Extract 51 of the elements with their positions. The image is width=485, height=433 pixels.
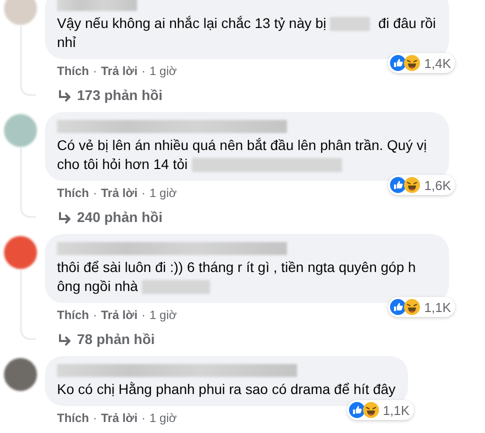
reaction-badge[interactable]: 1,1K (388, 297, 455, 317)
view-replies-link[interactable]: 173 phản hồi (45, 78, 449, 106)
avatar[interactable] (4, 358, 37, 391)
reaction-count: 1,4K (424, 56, 451, 70)
separator-dot: · (93, 411, 97, 425)
like-icon (390, 177, 406, 193)
separator-dot: · (93, 186, 97, 200)
thread-line (20, 148, 36, 218)
action-link[interactable]: Trả lời (101, 64, 138, 78)
separator-dot: · (93, 308, 97, 322)
thread-line (20, 26, 36, 96)
reaction-count: 1,1K (424, 300, 451, 314)
reply-arrow-icon (57, 210, 71, 224)
view-replies-link[interactable]: 78 phản hồi (45, 322, 449, 350)
action-link[interactable]: Thích (57, 64, 89, 78)
action-link[interactable]: Thích (57, 411, 89, 425)
reply-arrow-icon (57, 332, 71, 346)
reaction-badge[interactable]: 1,4K (388, 53, 455, 73)
separator-dot: · (93, 64, 97, 78)
like-icon (390, 55, 406, 71)
action-link[interactable]: Trả lời (101, 186, 138, 200)
comment-text: Có vẻ bị lên án nhiều quá nên bắt đầu lên phân trần. Quý vị cho tôi hỏi hơn 14 tỏi (57, 136, 428, 174)
reaction-badge[interactable]: 1,1K (346, 400, 414, 420)
separator-dot: · (142, 411, 146, 425)
comment-text: Vậy nếu không ai nhắc lại chắc 13 tỷ này bị đi đâu rồi nhỉ (57, 14, 437, 52)
view-replies-link[interactable]: 240 phản hồi (45, 200, 449, 228)
separator-dot: · (142, 186, 146, 200)
reply-arrow-icon (57, 88, 71, 102)
like-icon (390, 299, 406, 315)
action-link[interactable]: Trả lời (101, 308, 138, 322)
timestamp[interactable]: 1 giờ (150, 308, 177, 322)
laughing-face-icon (404, 177, 420, 193)
separator-dot: · (142, 308, 146, 322)
reaction-badge[interactable]: 1,6K (388, 175, 455, 195)
comment-text: Ko có chị Hằng phanh phui ra sao có drama để hít đây (57, 380, 396, 399)
timestamp[interactable]: 1 giờ (150, 64, 177, 78)
separator-dot: · (142, 64, 146, 78)
like-icon (348, 402, 365, 418)
comment-text: thôi để sài luôn đi :)) 6 tháng r ít gì , tiền ngta quyên góp h ông ngồi nhà (57, 258, 417, 296)
action-link[interactable]: Thích (57, 308, 89, 322)
action-link[interactable]: Trả lời (101, 411, 138, 425)
laughing-face-icon (362, 402, 379, 418)
thread-line (20, 270, 36, 340)
action-link[interactable]: Thích (57, 186, 89, 200)
laughing-face-icon (404, 299, 420, 315)
timestamp[interactable]: 1 giờ (150, 411, 177, 425)
reaction-count: 1,1K (382, 402, 410, 418)
timestamp[interactable]: 1 giờ (150, 186, 177, 200)
reaction-count: 1,6K (424, 178, 451, 192)
avatar[interactable] (4, 236, 37, 269)
laughing-face-icon (404, 55, 420, 71)
